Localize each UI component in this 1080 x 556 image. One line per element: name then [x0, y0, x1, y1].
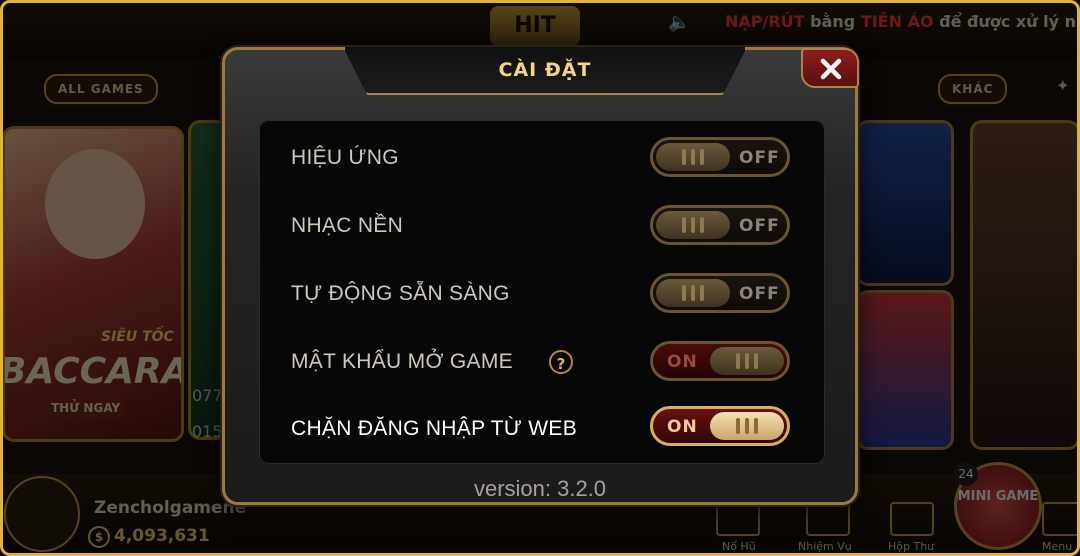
mail-icon[interactable]	[890, 502, 934, 536]
dialog-header: CÀI ĐẶT	[343, 47, 747, 95]
grip-icon	[682, 149, 704, 165]
grip-icon	[736, 353, 758, 369]
toggle-knob	[656, 279, 730, 307]
nav-label-menu: Menu	[1042, 540, 1073, 553]
setting-label-effects: HIỆU ỨNG	[291, 146, 399, 169]
setting-label-auto-ready: TỰ ĐỘNG SẴN SÀNG	[291, 282, 510, 305]
marquee-text-1: bằng	[804, 12, 861, 31]
toggle-state: ON	[667, 352, 698, 372]
grip-icon	[682, 217, 704, 233]
announcement-marquee: NẠP/RÚT bằng TIỀN ẢO để được xử lý nhanh	[725, 12, 1080, 31]
grip-icon	[736, 418, 758, 434]
missions-icon[interactable]	[806, 502, 850, 536]
version-text: version: 3.2.0	[473, 476, 607, 501]
avatar[interactable]	[4, 476, 80, 552]
toggle-knob	[710, 347, 784, 375]
music-toggle[interactable]: OFF	[650, 205, 790, 245]
mini-game-label: MINI GAME	[957, 489, 1039, 504]
close-button[interactable]	[801, 48, 859, 88]
settings-panel: HIỆU ỨNG OFF NHẠC NỀN OFF TỰ ĐỘNG SẴN SÀ…	[259, 120, 825, 464]
setting-label-game-password: MẬT KHẨU MỞ GAME	[291, 350, 513, 373]
other-games-tab[interactable]: KHÁC	[938, 74, 1008, 104]
toggle-knob	[710, 412, 784, 440]
dialog-title: CÀI ĐẶT	[498, 59, 592, 81]
dealer-portrait	[45, 149, 145, 259]
favorite-star-icon[interactable]: ✦	[1056, 76, 1069, 95]
grip-icon	[682, 285, 704, 301]
auto-ready-toggle[interactable]: OFF	[650, 273, 790, 313]
all-games-tab[interactable]: ALL GAMES	[44, 74, 158, 104]
settings-dialog: CÀI ĐẶT HIỆU ỨNG OFF NHẠC NỀN OFF TỰ ĐỘN…	[222, 47, 859, 505]
sport-game-card[interactable]	[856, 120, 954, 286]
marquee-highlight-1: NẠP/RÚT	[725, 12, 805, 31]
baccarat-game-card[interactable]: SIÊU TỐC BACCARAT THỬ NGAY	[2, 126, 184, 442]
effects-toggle[interactable]: OFF	[650, 137, 790, 177]
block-web-login-toggle[interactable]: ON	[650, 406, 790, 446]
game-password-toggle[interactable]: ON	[650, 341, 790, 381]
jackpot-icon[interactable]	[716, 502, 760, 536]
marquee-text-2: để được xử lý nhanh	[939, 12, 1080, 31]
casino-game-card[interactable]	[970, 120, 1080, 450]
nav-label-mail: Hộp Thư	[888, 540, 935, 553]
marquee-highlight-2: TIỀN ẢO	[860, 12, 934, 31]
speaker-icon[interactable]: 🔈	[668, 12, 690, 33]
toggle-state: OFF	[739, 216, 780, 236]
toggle-state: OFF	[739, 284, 780, 304]
game-logo: HIT	[490, 6, 580, 46]
mini-game-badge: 24	[954, 462, 978, 486]
side-numbers: 077 015	[192, 378, 223, 450]
side-number: 077	[192, 386, 223, 405]
username: Zencholgamene	[94, 498, 247, 518]
sport-game-card[interactable]	[856, 290, 954, 450]
close-icon	[820, 58, 842, 80]
toggle-knob	[656, 211, 730, 239]
side-number: 015	[192, 422, 223, 441]
help-icon[interactable]: ?	[549, 350, 573, 374]
setting-label-block-web-login: CHẶN ĐĂNG NHẬP TỪ WEB	[291, 417, 577, 440]
balance-value: 4,093,631	[114, 526, 210, 546]
toggle-knob	[656, 143, 730, 171]
toggle-state: OFF	[739, 148, 780, 168]
nav-label-jackpot: Nổ Hũ	[722, 540, 756, 553]
setting-label-music: NHẠC NỀN	[291, 214, 404, 237]
baccarat-title: BACCARAT	[2, 351, 184, 392]
play-now-button[interactable]: THỬ NGAY	[43, 399, 129, 417]
coin-icon: $	[88, 526, 110, 548]
balance: $4,093,631	[88, 526, 210, 548]
toggle-state: ON	[667, 417, 698, 437]
baccarat-tag: SIÊU TỐC	[101, 329, 174, 345]
nav-label-missions: Nhiệm Vụ	[798, 540, 852, 553]
menu-icon[interactable]	[1042, 502, 1080, 536]
